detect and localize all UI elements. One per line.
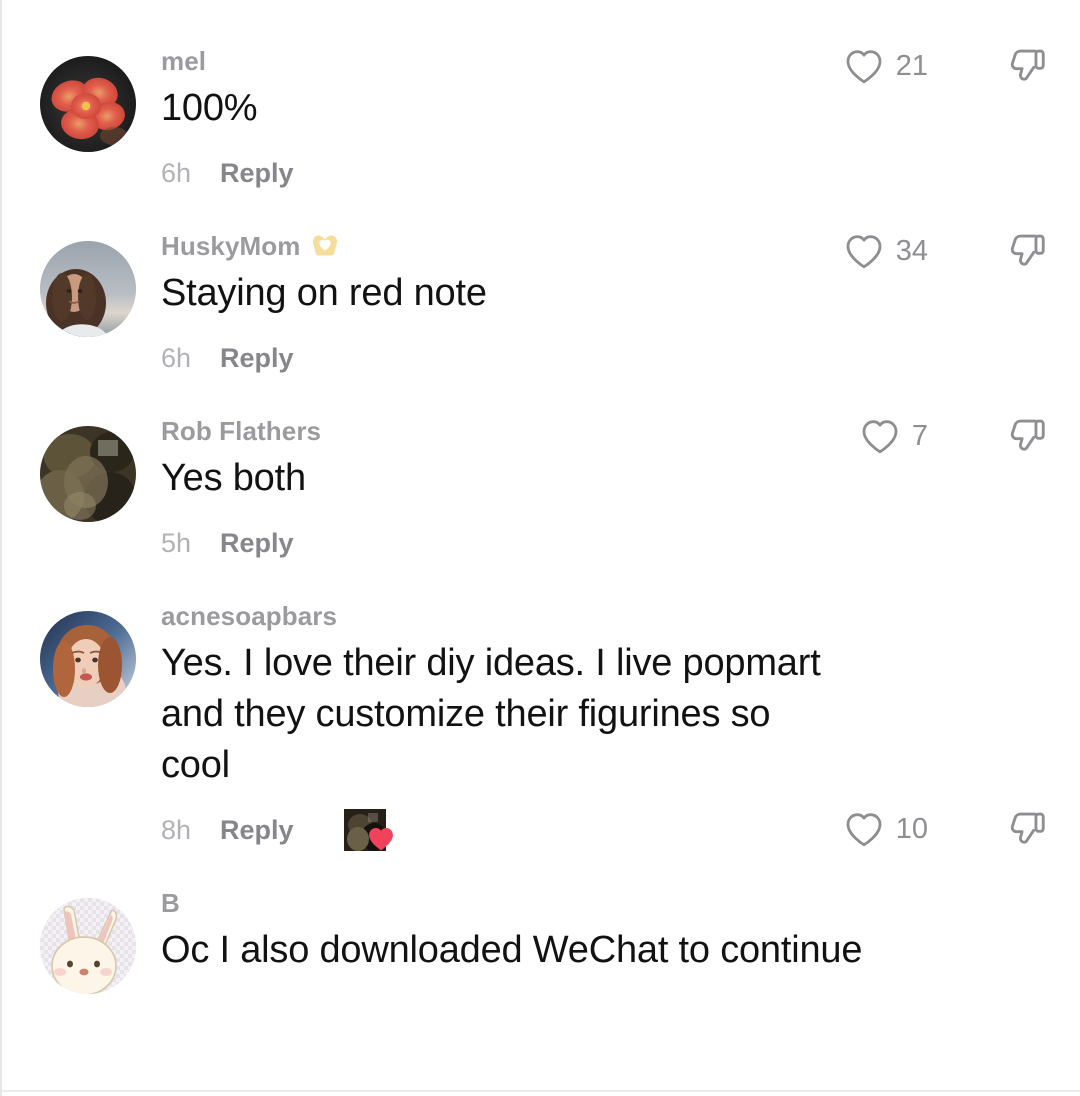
comment-username-row[interactable]: HuskyMom: [161, 229, 826, 263]
comment-body: acnesoapbars Yes. I love their diy ideas…: [161, 597, 826, 853]
thumbs-down-outline-icon: [1006, 44, 1050, 88]
username: mel: [161, 46, 207, 76]
avatar-image-dark-blur: [40, 426, 136, 522]
like-count: 7: [911, 419, 928, 452]
avatar-image-portrait-woman: [40, 611, 136, 707]
comment-item[interactable]: Rob Flathers Yes both 5h Reply 7: [2, 412, 1080, 566]
comment-username-row[interactable]: mel: [161, 44, 826, 78]
comment-meta: 6h Reply: [161, 335, 826, 381]
dislike-button[interactable]: [1006, 414, 1050, 458]
heart-outline-icon: [844, 233, 884, 270]
comment-actions: 7: [860, 412, 1050, 458]
comment-list: mel 100% 6h Reply 21 HuskyMom Staying on…: [2, 0, 1080, 994]
avatar-image-bunny: [40, 898, 136, 994]
like-button[interactable]: 7: [860, 418, 928, 455]
thumbs-down-outline-icon: [1006, 229, 1050, 273]
avatar[interactable]: [40, 597, 136, 707]
reply-button[interactable]: Reply: [220, 520, 294, 566]
comment-text: Oc I also downloaded WeChat to continue: [161, 929, 863, 971]
like-button[interactable]: 34: [844, 233, 928, 270]
liked-by-avatar[interactable]: [343, 809, 393, 851]
comment-text: Yes both: [161, 457, 306, 499]
avatar-image-woman-beach: [40, 241, 136, 337]
avatar[interactable]: [40, 884, 136, 994]
comment-meta: 6h Reply: [161, 150, 826, 196]
comment-item[interactable]: B Oc I also downloaded WeChat to continu…: [2, 884, 1080, 994]
like-count: 10: [895, 812, 928, 845]
reply-button[interactable]: Reply: [220, 150, 294, 196]
bottom-divider: [2, 1090, 1080, 1092]
comment-meta: 8h Reply: [161, 807, 826, 853]
avatar[interactable]: [40, 227, 136, 337]
comment-body: B Oc I also downloaded WeChat to continu…: [161, 884, 1050, 976]
username: HuskyMom: [161, 231, 301, 261]
comment-item[interactable]: HuskyMom Staying on red note 6h Reply 34: [2, 227, 1080, 381]
comment-actions: 34: [844, 227, 1050, 273]
comment-item[interactable]: mel 100% 6h Reply 21: [2, 42, 1080, 196]
dislike-button[interactable]: [1006, 229, 1050, 273]
heart-hands-emoji: [310, 232, 340, 260]
like-count: 34: [895, 234, 928, 267]
comment-username-row[interactable]: B: [161, 886, 1050, 920]
timestamp: 5h: [161, 528, 192, 558]
like-button[interactable]: 10: [844, 811, 928, 848]
comment-text: Staying on red note: [161, 272, 487, 314]
comment-meta: 5h Reply: [161, 520, 842, 566]
avatar[interactable]: [40, 42, 136, 152]
dislike-button[interactable]: [1006, 44, 1050, 88]
username: Rob Flathers: [161, 416, 322, 446]
comment-actions: 10: [844, 807, 1050, 853]
comment-text: Yes. I love their diy ideas. I live popm…: [161, 642, 821, 786]
comment-body: Rob Flathers Yes both 5h Reply: [161, 412, 842, 566]
like-button[interactable]: 21: [844, 48, 928, 85]
comment-username-row[interactable]: acnesoapbars: [161, 599, 826, 633]
heart-filled-icon: [367, 826, 395, 854]
heart-outline-icon: [860, 418, 900, 455]
comment-body: mel 100% 6h Reply: [161, 42, 826, 196]
thumbs-down-outline-icon: [1006, 414, 1050, 458]
reply-button[interactable]: Reply: [220, 335, 294, 381]
timestamp: 6h: [161, 158, 192, 188]
heart-outline-icon: [844, 48, 884, 85]
timestamp: 6h: [161, 343, 192, 373]
dislike-button[interactable]: [1006, 807, 1050, 851]
comment-item[interactable]: acnesoapbars Yes. I love their diy ideas…: [2, 597, 1080, 853]
username: acnesoapbars: [161, 601, 338, 631]
comment-text: 100%: [161, 87, 258, 129]
timestamp: 8h: [161, 815, 192, 845]
thumbs-down-outline-icon: [1006, 807, 1050, 851]
like-count: 21: [895, 49, 928, 82]
avatar[interactable]: [40, 412, 136, 522]
heart-outline-icon: [844, 811, 884, 848]
comment-actions: 21: [844, 42, 1050, 88]
comment-username-row[interactable]: Rob Flathers: [161, 414, 842, 448]
comments-panel: mel 100% 6h Reply 21 HuskyMom Staying on…: [0, 0, 1080, 1096]
reply-button[interactable]: Reply: [220, 807, 294, 853]
avatar-image-flower-dark: [40, 56, 136, 152]
username: B: [161, 888, 180, 918]
comment-body: HuskyMom Staying on red note 6h Reply: [161, 227, 826, 381]
